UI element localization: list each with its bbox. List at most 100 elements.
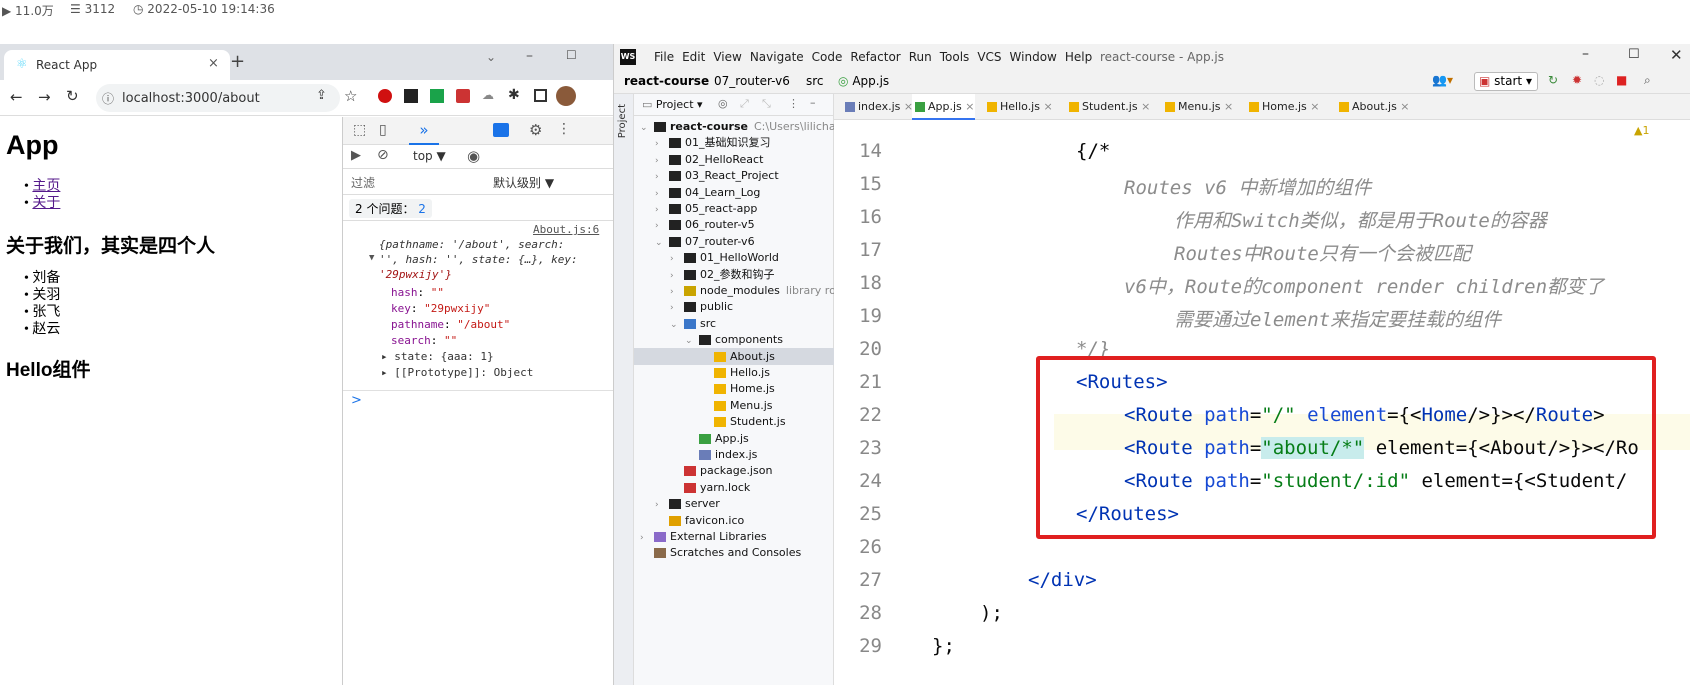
ide-minimize-button[interactable]: – [1582, 46, 1589, 62]
menu-navigate[interactable]: Navigate [750, 50, 804, 64]
tree-item[interactable]: Hello.js [634, 364, 834, 381]
extension-icon-2[interactable]: ☁ [482, 88, 494, 102]
locate-icon[interactable]: ◎ [718, 97, 728, 110]
breadcrumb-src[interactable]: src [806, 74, 824, 88]
editor-tab[interactable]: Student.js × [1066, 94, 1150, 120]
console-prompt[interactable]: > [351, 393, 362, 408]
menu-edit[interactable]: Edit [682, 50, 705, 64]
context-select[interactable]: top ▼ [413, 149, 446, 163]
tree-item[interactable]: Menu.js [634, 397, 834, 414]
new-tab-button[interactable]: + [230, 51, 245, 72]
breadcrumb-project[interactable]: react-course [624, 74, 709, 88]
collapse-all-icon[interactable]: ⤡ [762, 97, 771, 111]
tree-item[interactable]: › 05_react-app [634, 200, 834, 217]
expand-all-icon[interactable]: ⤢ [740, 97, 749, 111]
tree-item[interactable]: yarn.lock [634, 479, 834, 496]
tree-item[interactable]: › 03_React_Project [634, 167, 834, 184]
code-area[interactable]: {/* Routes v6 中新增加的组件 作用和Switch类似，都是用于Ro… [834, 120, 1690, 685]
tree-item[interactable]: › public [634, 298, 834, 315]
project-view-select[interactable]: ▭ Project ▾ [642, 98, 703, 111]
forward-icon[interactable]: → [38, 88, 51, 106]
sidebar-icon[interactable] [534, 89, 547, 102]
menu-help[interactable]: Help [1065, 50, 1092, 64]
debug-icon[interactable]: ✹ [1572, 73, 1582, 87]
stop-icon[interactable]: ■ [1616, 73, 1627, 87]
tree-item[interactable]: ⌄ react-course C:\Users\lilichao\D [634, 118, 855, 135]
menu-window[interactable]: Window [1010, 50, 1057, 64]
coverage-icon[interactable]: ◌ [1594, 73, 1604, 87]
menu-code[interactable]: Code [812, 50, 843, 64]
menu-refactor[interactable]: Refactor [850, 50, 900, 64]
maximize-button[interactable]: ☐ [566, 48, 577, 62]
ide-maximize-button[interactable]: ☐ [1628, 47, 1640, 62]
tree-item[interactable]: ⌄ src [634, 315, 834, 332]
inspect-element-icon[interactable]: ⬚ [353, 122, 366, 138]
bookmark-star-icon[interactable]: ☆ [344, 87, 357, 105]
menu-tools[interactable]: Tools [940, 50, 970, 64]
more-menu-icon[interactable]: ⋮ [557, 121, 571, 137]
site-info-icon[interactable]: ⓘ [102, 90, 114, 107]
opera-extension-icon[interactable] [378, 89, 392, 103]
address-bar[interactable]: ⓘ localhost:3000/about [96, 84, 340, 112]
tree-item[interactable]: App.js [634, 430, 834, 447]
rerun-icon[interactable]: ↻ [1548, 73, 1558, 87]
editor-tab[interactable]: Home.js × [1246, 94, 1320, 120]
tree-item[interactable]: ⌄ 07_router-v6 [634, 233, 834, 250]
tab-search-icon[interactable]: ⌄ [486, 50, 496, 64]
minimize-button[interactable]: – [526, 48, 533, 64]
tree-item[interactable]: › 06_router-v5 [634, 216, 834, 233]
tree-item[interactable]: › 01_HelloWorld [634, 249, 834, 266]
breadcrumb-file[interactable]: ◎ App.js [838, 74, 889, 88]
editor-tab[interactable]: Hello.js × [984, 94, 1053, 120]
close-tab-icon[interactable]: × [1397, 100, 1409, 113]
tree-item[interactable]: › node_modules library roo [634, 282, 843, 299]
issues-button[interactable]: 2 个问题： 2 [349, 199, 432, 218]
run-config-select[interactable]: ▣ start ▾ [1474, 72, 1538, 91]
log-object-preview[interactable]: {pathname: '/about', search: '', hash: '… [379, 237, 578, 282]
tree-item[interactable]: index.js [634, 446, 834, 463]
home-link[interactable]: 主页 [32, 179, 60, 194]
menu-view[interactable]: View [713, 50, 741, 64]
tree-item[interactable]: › 04_Learn_Log [634, 184, 834, 201]
tree-item[interactable]: › server [634, 495, 834, 512]
tree-item[interactable]: About.js [634, 347, 834, 365]
settings-gear-icon[interactable]: ⚙ [529, 121, 542, 139]
back-icon[interactable]: ← [10, 88, 23, 106]
tree-item[interactable]: Student.js [634, 413, 834, 430]
editor-tab[interactable]: Menu.js × [1162, 94, 1233, 120]
project-tool-button[interactable]: Project [617, 104, 628, 138]
close-tab-icon[interactable]: × [208, 56, 219, 71]
tree-item[interactable]: › External Libraries [634, 528, 834, 545]
share-icon[interactable]: ⇪ [316, 88, 327, 103]
avatar[interactable] [556, 86, 576, 106]
editor-tab[interactable]: App.js × [912, 94, 975, 120]
browser-tab[interactable]: ⚛ React App × [4, 50, 230, 80]
ide-close-button[interactable]: ✕ [1670, 46, 1683, 64]
source-link[interactable]: About.js:6 [533, 223, 599, 236]
prototype-row[interactable]: ▸ [[Prototype]]: Object [381, 365, 533, 381]
menu-vcs[interactable]: VCS [977, 50, 1001, 64]
clear-console-icon[interactable]: ⊘ [377, 147, 389, 163]
tree-item[interactable]: › 02_HelloReact [634, 151, 834, 168]
issues-icon[interactable] [493, 123, 509, 137]
red-extension-icon[interactable] [456, 89, 470, 103]
live-expression-eye-icon[interactable]: ◉ [467, 147, 480, 165]
device-toolbar-icon[interactable]: ▯ [379, 122, 387, 138]
user-icon[interactable]: 👥▾ [1432, 73, 1453, 87]
editor-tab[interactable]: About.js × [1336, 94, 1410, 120]
search-everywhere-icon[interactable]: ⌕ [1644, 73, 1651, 88]
menu-run[interactable]: Run [909, 50, 932, 64]
expand-arrow-icon[interactable]: ▼ [369, 253, 374, 263]
close-tab-icon[interactable]: × [1221, 100, 1233, 113]
filter-input[interactable]: 过滤 [351, 174, 375, 191]
editor-tab[interactable]: index.js × [842, 94, 913, 120]
close-tab-icon[interactable]: × [1307, 100, 1319, 113]
inspection-warning-badge[interactable]: ▲1 [1634, 124, 1649, 137]
close-tab-icon[interactable]: × [1138, 100, 1150, 113]
about-link[interactable]: 关于 [32, 196, 60, 211]
reload-icon[interactable]: ↻ [66, 87, 79, 105]
tree-item[interactable]: package.json [634, 462, 834, 479]
green-extension-icon[interactable] [430, 89, 444, 103]
extensions-puzzle-icon[interactable]: ✱ [508, 87, 520, 103]
close-tab-icon[interactable]: × [962, 100, 974, 113]
